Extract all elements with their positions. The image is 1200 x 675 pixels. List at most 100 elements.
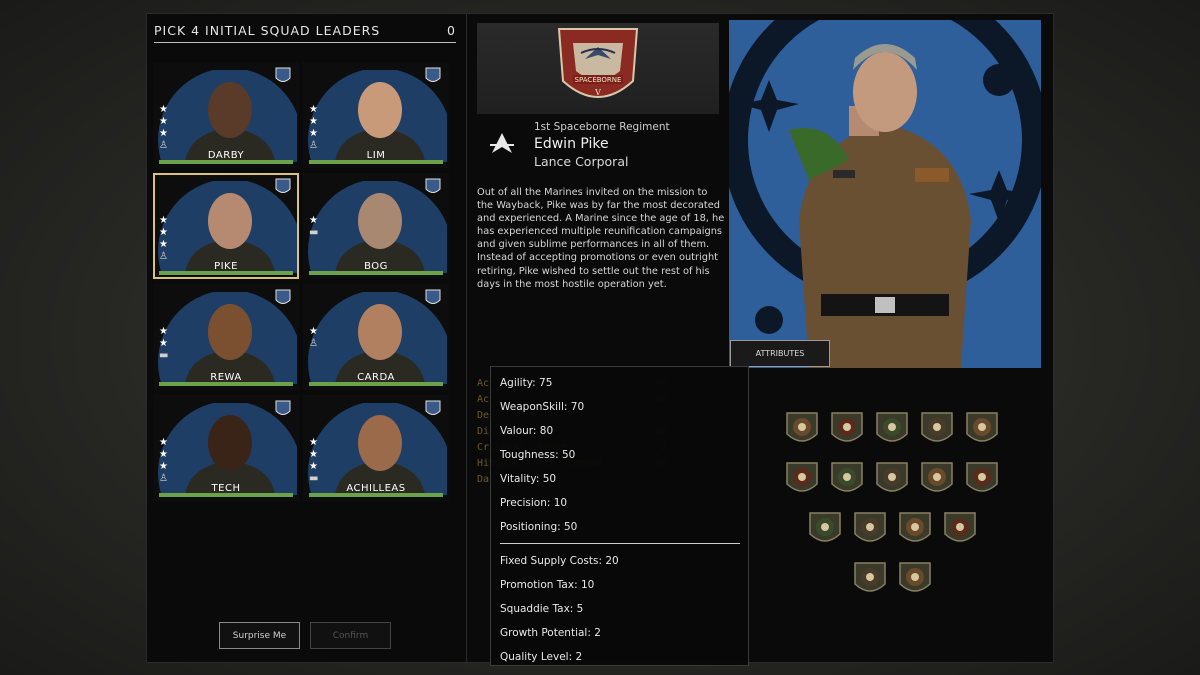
stat-label: Da	[477, 474, 490, 485]
star-icon: ★	[309, 326, 318, 337]
star-icon: ★	[309, 437, 318, 448]
star-icon: ★	[159, 116, 168, 127]
attributes-tooltip: Agility: 75 WeaponSkill: 70 Valour: 80 Toug…	[490, 366, 749, 666]
leader-card-darby[interactable]: ★ ★ ★ ♙ DARBY	[153, 62, 299, 168]
tooltip-cost: Quality Level: 2	[500, 651, 583, 663]
star-icon: ★	[159, 326, 168, 337]
book-perk-icon[interactable]	[828, 460, 866, 498]
ix-badge-red-icon	[425, 178, 441, 193]
tank-icon: ▬	[159, 350, 169, 361]
stat-label: Ac	[477, 394, 490, 405]
tooltip-attribute: WeaponSkill: 70	[500, 401, 585, 413]
leader-card-rewa[interactable]: ★ ★ ▬ REWA	[153, 284, 299, 390]
star-icon: ★	[159, 239, 168, 250]
tooltip-cost: Fixed Supply Costs: 20	[500, 555, 619, 567]
leader-card-lim[interactable]: ★ ★ ★ ♙ LIM	[303, 62, 449, 168]
leader-card-pike[interactable]: ★ ★ ★ ♙ PIKE	[153, 173, 299, 279]
regiment-emblem-box: SPACEBORNE V	[477, 23, 719, 114]
shield-badge-yellow-icon	[425, 67, 441, 82]
progress-fill	[309, 382, 443, 386]
star-icon: ★	[159, 215, 168, 226]
picked-count: 0	[447, 23, 456, 38]
progress-fill	[159, 382, 293, 386]
leader-select-panel: PICK 4 INITIAL SQUAD LEADERS 0 ★ ★ ★ ♙ DARB…	[147, 14, 467, 664]
spaceborne-badge-icon	[275, 178, 291, 193]
tooltip-cost: Squaddie Tax: 5	[500, 603, 584, 615]
leader-progress-bar	[309, 160, 443, 164]
leader-stars: ★ ♙	[309, 326, 318, 349]
panel-title: PICK 4 INITIAL SQUAD LEADERS	[154, 23, 381, 38]
emblem-label: SPACEBORNE	[575, 76, 622, 84]
rage-perk-icon[interactable]	[851, 560, 889, 598]
leader-progress-bar	[159, 160, 293, 164]
leader-card-achilleas[interactable]: ★ ★ ★ ▬ ACHILLEAS	[303, 395, 449, 501]
soldier-icon: ♙	[309, 338, 318, 349]
tooltip-cost: Promotion Tax: 10	[500, 579, 595, 591]
lance-corporal-rank-icon	[490, 133, 514, 153]
tooltip-attribute: Positioning: 50	[500, 521, 578, 533]
tooltip-attribute: Valour: 80	[500, 425, 554, 437]
progress-fill	[309, 493, 443, 497]
attributes-tab[interactable]: ATTRIBUTES	[730, 340, 830, 367]
tooltip-attribute: Agility: 75	[500, 377, 553, 389]
tank-icon: ▬	[309, 227, 319, 238]
globe-badge-blue-icon	[275, 289, 291, 304]
leader-stars: ★ ★ ★ ♙	[159, 437, 168, 484]
star-icon: ★	[309, 449, 318, 460]
leader-stars: ★ ★ ★ ♙	[309, 104, 318, 151]
star-icon: ★	[159, 461, 168, 472]
leader-card-bog[interactable]: ★ ▬ BOG	[303, 173, 449, 279]
fist-perk-icon[interactable]	[963, 410, 1001, 448]
lightning-perk-icon[interactable]	[941, 510, 979, 548]
leader-progress-bar	[159, 271, 293, 275]
leader-progress-bar	[159, 493, 293, 497]
progress-fill	[309, 271, 443, 275]
stat-label: De	[477, 410, 490, 421]
leader-card-tech[interactable]: ★ ★ ★ ♙ TECH	[153, 395, 299, 501]
leader-rank: Lance Corporal	[534, 154, 629, 169]
pawprint-perk-icon[interactable]	[896, 510, 934, 548]
star-icon: ★	[159, 128, 168, 139]
leader-portrait	[729, 20, 1041, 368]
bird-perk-icon[interactable]	[783, 410, 821, 448]
star-icon: ★	[159, 338, 168, 349]
leader-card-carda[interactable]: ★ ♙ CARDA	[303, 284, 449, 390]
portrait-panel: ATTRIBUTES	[729, 14, 1055, 664]
star-icon: ★	[309, 215, 318, 226]
target-perk-icon[interactable]	[918, 460, 956, 498]
wolf-head-badge-icon	[275, 67, 291, 82]
confirm-button[interactable]: Confirm	[310, 622, 391, 649]
leader-name: Edwin Pike	[534, 136, 609, 152]
progress-fill	[159, 160, 293, 164]
tooltip-divider	[500, 543, 740, 544]
star-icon: ★	[309, 461, 318, 472]
leader-progress-bar	[309, 271, 443, 275]
leader-stars: ★ ★ ★ ♙	[159, 215, 168, 262]
tooltip-attribute: Toughness: 50	[500, 449, 576, 461]
star-icon: ★	[159, 227, 168, 238]
cap-perk-icon[interactable]	[873, 410, 911, 448]
leader-progress-bar	[309, 382, 443, 386]
tooltip-attribute: Vitality: 50	[500, 473, 557, 485]
heart-perk-icon[interactable]	[918, 410, 956, 448]
dice-badge-red-icon	[425, 289, 441, 304]
pawprint-perk-icon[interactable]	[896, 560, 934, 598]
perk-grid	[729, 410, 1055, 610]
surprise-me-button[interactable]: Surprise Me	[219, 622, 300, 649]
leader-stars: ★ ▬	[309, 215, 318, 238]
leader-progress-bar	[309, 493, 443, 497]
regiment-name: 1st Spaceborne Regiment	[534, 121, 670, 133]
ram-perk-icon[interactable]	[873, 460, 911, 498]
bolt-perk-icon[interactable]	[963, 460, 1001, 498]
shovel-perk-icon[interactable]	[851, 510, 889, 548]
panel-header: PICK 4 INITIAL SQUAD LEADERS 0	[154, 23, 456, 43]
ram-perk-icon[interactable]	[806, 510, 844, 548]
leader-stars: ★ ★ ★ ▬	[309, 437, 318, 484]
skull-perk-icon[interactable]	[828, 410, 866, 448]
star-icon: ★	[159, 104, 168, 115]
v-badge-red-icon	[425, 400, 441, 415]
arm-perk-icon[interactable]	[783, 460, 821, 498]
star-icon: ★	[309, 104, 318, 115]
stat-label: Di	[477, 426, 490, 437]
leader-stars: ★ ★ ★ ♙	[159, 104, 168, 151]
